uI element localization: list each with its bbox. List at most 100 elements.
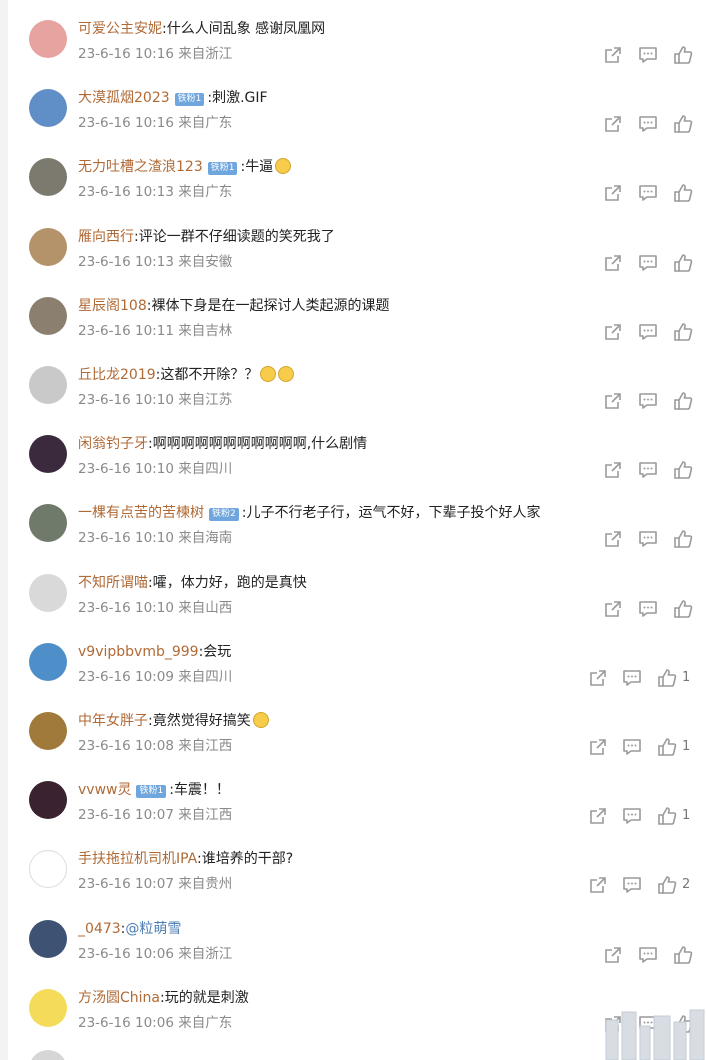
like-button[interactable] [657, 668, 677, 688]
username-link[interactable]: 星辰阁108 [78, 298, 147, 314]
comment-line: 一棵有点苦的苦楝树 铁粉2:儿子不行老子行，运气不好，下辈子投个好人家 [78, 503, 540, 523]
comment-line: 手扶拖拉机司机IPA:谁培养的干部? [78, 849, 293, 869]
comment-button[interactable] [622, 806, 642, 826]
avatar[interactable] [29, 781, 67, 820]
comment-date: 23-6-16 [78, 668, 131, 685]
comment-date: 23-6-16 [78, 876, 131, 893]
avatar[interactable] [29, 20, 67, 58]
username-link[interactable]: 一棵有点苦的苦楝树 [78, 505, 204, 521]
repost-button[interactable] [603, 529, 623, 549]
comment-line: 星辰阁108:裸体下身是在一起探讨人类起源的课题 [78, 296, 389, 316]
comment-button[interactable] [638, 114, 658, 134]
repost-button[interactable] [588, 806, 608, 826]
comment-item: 雁向西行:评论一群不仔细读题的笑死我了 23-6-16 10:13 来自安徽 [0, 213, 706, 282]
comment-icon [638, 116, 658, 138]
comment-button[interactable] [638, 460, 658, 480]
comment-button[interactable] [622, 668, 642, 688]
like-button[interactable] [657, 806, 677, 826]
like-button[interactable] [673, 529, 693, 549]
like-button[interactable] [673, 114, 693, 134]
username-link[interactable]: 中年女胖子 [78, 713, 148, 729]
avatar[interactable] [29, 712, 67, 750]
comment-button[interactable] [622, 737, 642, 757]
thumbs-up-icon [673, 392, 693, 415]
username-link[interactable]: vvww灵 [78, 782, 131, 798]
repost-button[interactable] [603, 599, 623, 619]
comment-time: 10:07 [135, 876, 174, 893]
comment-icon [638, 323, 658, 346]
comment-meta: 23-6-16 10:11 来自吉林 [78, 321, 232, 341]
avatar[interactable] [29, 89, 67, 128]
comment-text: 儿子不行老子行，运气不好，下辈子投个好人家 [246, 505, 541, 522]
comment-meta: 23-6-16 10:13 来自广东 [78, 182, 232, 202]
share-icon [603, 462, 623, 484]
avatar[interactable] [29, 988, 67, 1027]
like-button[interactable] [673, 253, 693, 273]
repost-button[interactable] [603, 183, 623, 203]
comment-button[interactable] [638, 322, 658, 342]
like-button[interactable] [673, 460, 693, 480]
comment-date: 23-6-16 [78, 530, 131, 547]
comment-button[interactable] [638, 45, 658, 65]
repost-button[interactable] [603, 322, 623, 342]
like-button[interactable] [673, 45, 693, 65]
repost-button[interactable] [603, 391, 623, 411]
username-link[interactable]: 无力吐槽之渣浪123 [78, 159, 203, 175]
repost-button[interactable] [588, 737, 608, 757]
username-link[interactable]: 闲翁钓子牙 [78, 436, 148, 452]
like-button[interactable] [673, 945, 693, 965]
comment-button[interactable] [638, 529, 658, 549]
comment-date: 23-6-16 [78, 807, 131, 824]
avatar[interactable] [29, 227, 67, 266]
username-link[interactable]: 不知所谓喵 [78, 575, 148, 591]
comment-button[interactable] [638, 945, 658, 965]
comment-date: 23-6-16 [78, 945, 131, 962]
avatar[interactable] [29, 919, 67, 958]
like-button[interactable] [657, 875, 677, 895]
repost-button[interactable] [603, 945, 623, 965]
username-link[interactable]: 雁向西行 [78, 229, 134, 245]
avatar[interactable] [29, 158, 67, 197]
like-button[interactable] [673, 391, 693, 411]
avatar[interactable] [29, 573, 67, 612]
repost-button[interactable] [588, 668, 608, 688]
repost-button[interactable] [603, 45, 623, 65]
repost-button[interactable] [603, 253, 623, 273]
username-link[interactable]: 丘比龙2019 [78, 367, 156, 383]
like-button[interactable] [657, 737, 677, 757]
like-button[interactable] [673, 322, 693, 342]
comment-button[interactable] [638, 183, 658, 203]
username-link[interactable]: 大漠孤烟2023 [78, 90, 170, 106]
comment-button[interactable] [638, 391, 658, 411]
username-link[interactable]: _0473 [78, 921, 121, 937]
share-icon [588, 669, 608, 692]
comment-button[interactable] [638, 599, 658, 619]
share-icon [603, 185, 623, 207]
comment-date: 23-6-16 [78, 1014, 131, 1031]
username-link[interactable]: 手扶拖拉机司机IPA [78, 851, 197, 867]
avatar[interactable] [29, 850, 67, 889]
comment-button[interactable] [622, 875, 642, 895]
comment-item: 不知所谓喵:嚯，体力好，跑的是真快 23-6-16 10:10 来自山西 [0, 559, 706, 628]
avatar[interactable] [29, 296, 67, 335]
comment-meta: 23-6-16 10:10 来自海南 [78, 528, 232, 548]
mention-link[interactable]: @粒萌雪 [125, 921, 181, 937]
comment-item: 大漠孤烟2023 铁粉1:刺激.GIF 23-6-16 10:16 来自广东 [0, 74, 706, 143]
repost-button[interactable] [588, 875, 608, 895]
repost-button[interactable] [603, 460, 623, 480]
comment-text: 评论一群不仔细读题的笑死我了 [138, 228, 335, 245]
like-button[interactable] [673, 183, 693, 203]
username-link[interactable]: 可爱公主安妮 [78, 21, 162, 37]
comment-time: 10:07 [135, 807, 174, 824]
like-button[interactable] [673, 599, 693, 619]
avatar[interactable] [29, 366, 67, 404]
avatar[interactable] [29, 504, 67, 543]
username-link[interactable]: v9vipbbvmb_999 [78, 644, 199, 660]
avatar[interactable] [29, 435, 67, 474]
comment-button[interactable] [638, 253, 658, 273]
avatar[interactable] [29, 642, 67, 681]
thumbs-up-icon [673, 184, 693, 207]
repost-button[interactable] [603, 114, 623, 134]
username-link[interactable]: 方汤圆China [78, 990, 160, 1006]
comment-location: 来自浙江 [178, 945, 233, 962]
